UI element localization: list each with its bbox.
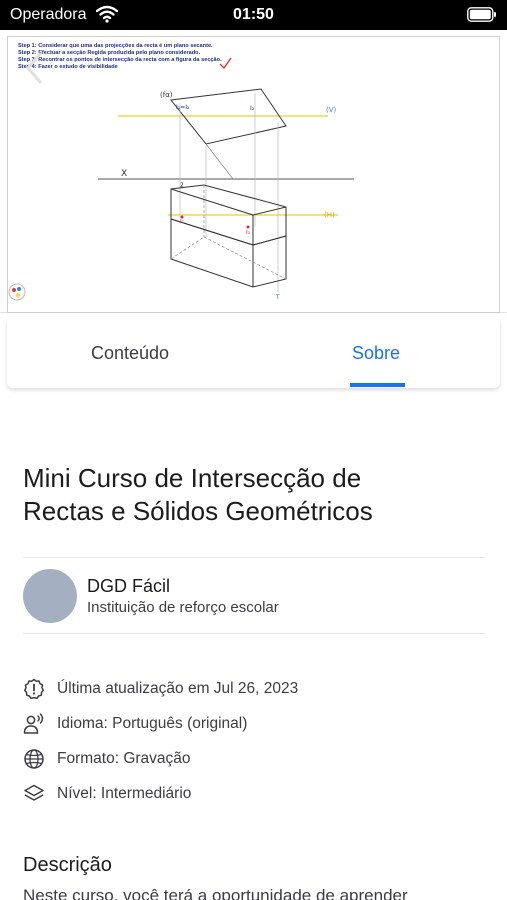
info-row-format: Formato: Gravação [23, 748, 493, 772]
description-text: Neste curso, você terá a oportunidade de… [23, 886, 408, 900]
info-row-level: Nível: Intermediário [23, 783, 493, 807]
author-name[interactable]: DGD Fácil [87, 576, 170, 597]
back-chevron-icon[interactable] [20, 48, 48, 88]
course-title-line-1: Mini Curso de Intersecção de [23, 463, 362, 493]
status-bar: Operadora 01:50 [0, 0, 507, 30]
info-text-language: Idioma: Português (original) [57, 715, 248, 732]
sketch-label-i2: I₂ [250, 105, 255, 112]
author-role: Instituição de reforço escolar [87, 599, 279, 616]
globe-icon [24, 749, 44, 769]
sketch-label-i1: I₁=I₂ [176, 104, 190, 111]
status-time: 01:50 [233, 6, 274, 23]
description-title: Descrição [23, 854, 112, 876]
sketch-label-p4: T [275, 294, 280, 301]
sketch-label-v: (V) [326, 106, 337, 114]
tab-bar: Conteúdo Sobre [7, 320, 500, 388]
tab-sobre[interactable]: Sobre [253, 320, 499, 388]
active-tab-indicator [350, 383, 405, 387]
info-text-last-updated: Última atualização em Jul 26, 2023 [57, 680, 299, 697]
divider [23, 633, 485, 634]
divider [23, 557, 485, 558]
sketch-label-p1: I₁ [180, 218, 185, 225]
layers-icon [24, 784, 44, 801]
video-player[interactable]: Step 1: Considerar que uma das projecçõe… [0, 30, 507, 313]
sketch-label-p3: 2 [180, 182, 184, 189]
sketch-label-plane: (fα) [160, 91, 173, 99]
avatar[interactable] [23, 569, 77, 623]
video-frame[interactable]: Step 1: Considerar que uma das projecçõe… [7, 36, 500, 313]
course-title-line-2: Rectas e Sólidos Geométricos [23, 496, 373, 526]
pen-tool-icon [8, 283, 26, 301]
course-title: Mini Curso de Intersecção de Rectas e Só… [23, 462, 483, 528]
sketch-label-h: (H) [324, 211, 335, 219]
alert-clock-icon [23, 678, 45, 700]
battery-icon [467, 7, 496, 22]
speaker-icon [23, 713, 44, 734]
info-text-level: Nível: Intermediário [57, 785, 192, 802]
info-row-language: Idioma: Português (original) [23, 713, 493, 737]
sketch-label-p2: I₁ [246, 229, 251, 236]
sketch-label-x: X [121, 169, 127, 179]
geometry-sketch: (fα) I₁=I₂ I₂ (V) X (H) I₁ I₁ 2 T [98, 57, 354, 301]
info-row-last-updated: Última atualização em Jul 26, 2023 [23, 678, 493, 702]
info-text-format: Formato: Gravação [57, 750, 191, 767]
tab-conteudo[interactable]: Conteúdo [7, 320, 253, 388]
